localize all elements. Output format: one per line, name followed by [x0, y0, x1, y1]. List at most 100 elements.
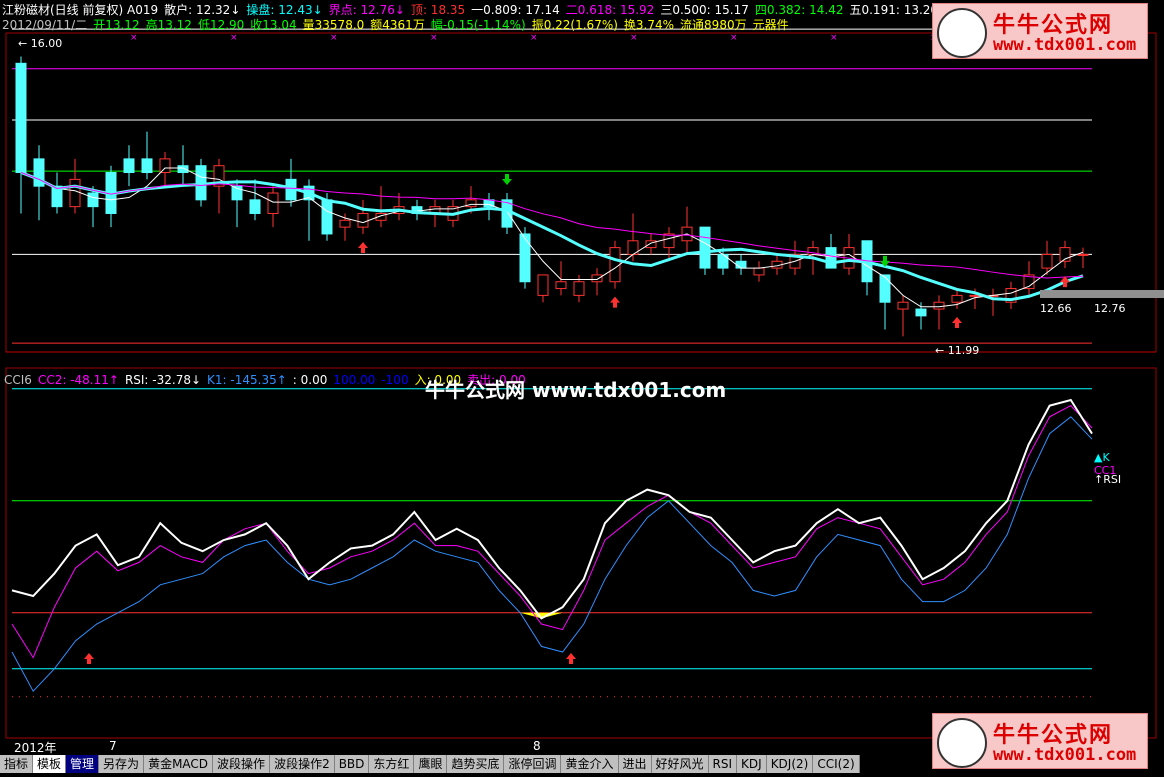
candle-body [609, 247, 621, 283]
tab-7[interactable]: BBD [334, 755, 370, 773]
badge-url: www.tdx001.com [993, 745, 1137, 765]
header-ohlc-line: 2012/09/11/二 开13.12 高13.12 低12.90 收13.04 量335… [2, 16, 795, 33]
top-cross-mark: × [330, 33, 338, 43]
top-cross-mark: × [530, 33, 538, 43]
xaxis-month-7: 7 [109, 739, 117, 753]
candle-body [825, 247, 837, 269]
cow-logo-icon [937, 8, 987, 58]
candle-body [591, 274, 603, 283]
series-rsi-line [11, 398, 1093, 620]
quote-item-2: 操盘: 12.43↓ [246, 3, 323, 17]
tab-12[interactable]: 黄金介入 [561, 755, 619, 773]
candle-body [915, 308, 927, 317]
indicator-item-5: 100.00 [333, 373, 376, 387]
ohlc-item-6: 额4361万 [370, 18, 425, 32]
xaxis-month-8: 8 [533, 739, 541, 753]
indicator-item-3: K1: -145.35↑ [207, 373, 287, 387]
candle-body [933, 301, 945, 310]
quote-item-9: 五0.191: 13.20 [849, 3, 939, 17]
indicator-buy-arrow-icon [566, 653, 576, 664]
quote-item-3: 界点: 12.76↓ [328, 3, 405, 17]
buy-arrow-icon [1060, 276, 1070, 288]
candle-body [15, 62, 27, 174]
tab-10[interactable]: 趋势买底 [447, 755, 505, 773]
top-cross-mark: × [730, 33, 738, 43]
bottom-tab-bar: 指标 模板 管理 另存为 黄金MACD 波段操作 波段操作2 BBD 东方红 鹰眼 趋势买底 涨停回调… [0, 755, 860, 773]
tab-3[interactable]: 另存为 [99, 755, 145, 773]
ma-fast-line [20, 167, 1084, 308]
ohlc-item-11: 元器件 [752, 18, 789, 32]
buy-arrow-icon [952, 317, 962, 329]
indicator-panel-frame [5, 367, 1157, 739]
indicator-item-2: RSI: -32.78↓ [124, 373, 202, 387]
candle-body [339, 219, 351, 228]
top-cross-mark: × [130, 33, 138, 43]
ohlc-item-9: 换3.74% [623, 18, 675, 32]
candle-body [897, 301, 909, 310]
tab-13[interactable]: 进出 [618, 755, 652, 773]
tab-0[interactable]: 指标 [0, 755, 34, 773]
top-cross-mark: × [430, 33, 438, 43]
series-k-line [11, 416, 1093, 693]
buy-arrow-icon [358, 241, 368, 253]
tab-11[interactable]: 涨停回调 [504, 755, 562, 773]
buy-arrow-icon [610, 296, 620, 308]
watermark-text: 牛牛公式网 www.tdx001.com [425, 378, 727, 402]
candle-body [951, 294, 963, 303]
price-panel-frame [5, 32, 1157, 353]
candle-body [177, 165, 189, 174]
price-label-top: ← 16.00 [18, 37, 62, 50]
tag-rsi: ↑RSI [1094, 473, 1121, 486]
candle-body [555, 281, 567, 290]
site-badge-top[interactable]: 牛牛公式网 www.tdx001.com [932, 3, 1148, 59]
tab-2[interactable]: 管理 [66, 755, 100, 773]
tag-k: ▲K [1094, 451, 1110, 464]
candle-body [141, 158, 153, 174]
tab-16[interactable]: KDJ [737, 755, 767, 773]
tab-4[interactable]: 黄金MACD [144, 755, 214, 773]
candle-body [1077, 253, 1089, 256]
quote-item-6: 二0.618: 15.92 [565, 3, 655, 17]
price-marker-bar [1040, 290, 1164, 298]
ohlc-item-5: 量33578.0 [302, 18, 365, 32]
tab-17[interactable]: KDJ(2) [766, 755, 814, 773]
ohlc-item-1: 开13.12 [93, 18, 140, 32]
tab-14[interactable]: 好好风光 [651, 755, 709, 773]
top-cross-mark: × [230, 33, 238, 43]
indicator-item-4: : 0.00 [292, 373, 328, 387]
candle-body [69, 178, 81, 208]
indicator-item-6: -100 [381, 373, 409, 387]
candle-body [753, 267, 765, 276]
candle-body [537, 274, 549, 296]
ohlc-item-2: 高13.12 [145, 18, 192, 32]
cow-logo-icon [937, 718, 987, 768]
candle-body [699, 226, 711, 269]
tab-8[interactable]: 东方红 [369, 755, 415, 773]
quote-item-7: 三0.500: 15.17 [660, 3, 749, 17]
sell-arrow-icon [502, 174, 512, 185]
ohlc-item-8: 振0.22(1.67%) [531, 18, 618, 32]
xaxis-year: 2012年 [14, 741, 57, 755]
candle-body [879, 274, 891, 303]
quote-item-1: 散户: 12.32↓ [164, 3, 241, 17]
candle-body [735, 260, 747, 269]
candle-body [357, 212, 369, 228]
tab-1[interactable]: 模板 [33, 755, 67, 773]
tab-18[interactable]: CCI(2) [813, 755, 860, 773]
quote-item-8: 四0.382: 14.42 [754, 3, 844, 17]
tab-9[interactable]: 鹰眼 [414, 755, 448, 773]
candle-body [663, 233, 675, 249]
indicator-buy-arrow-icon [84, 653, 94, 664]
candle-body [321, 199, 333, 235]
candle-body [87, 192, 99, 208]
tab-6[interactable]: 波段操作2 [270, 755, 335, 773]
candle-body [519, 233, 531, 283]
candle-body [249, 199, 261, 214]
tab-15[interactable]: RSI [708, 755, 738, 773]
site-badge-bottom[interactable]: 牛牛公式网 www.tdx001.com [932, 713, 1148, 769]
badge-url: www.tdx001.com [993, 35, 1137, 55]
ohlc-item-4: 收13.04 [250, 18, 297, 32]
top-cross-mark: × [630, 33, 638, 43]
tab-5[interactable]: 波段操作 [213, 755, 271, 773]
quote-item-4: 顶: 18.35 [410, 3, 466, 17]
